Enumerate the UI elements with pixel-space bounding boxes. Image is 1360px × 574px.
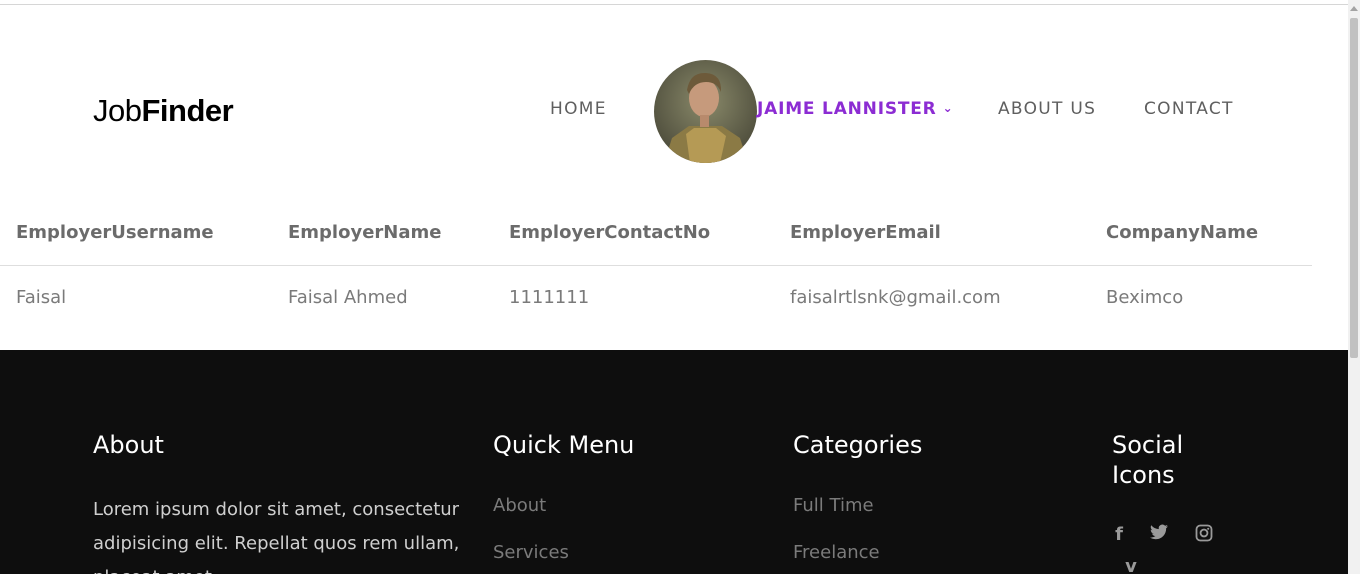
footer-about-title: About	[93, 431, 164, 459]
table-divider	[0, 265, 1312, 266]
nav-about-link[interactable]: ABOUT US	[998, 99, 1096, 119]
vimeo-icon[interactable]: v	[1120, 556, 1142, 574]
footer-categories-title: Categories	[793, 431, 923, 459]
table-header-name: EmployerName	[288, 222, 442, 243]
site-header: JobFinder HOME JAIME LANNISTER ⌄ ABOUT US…	[0, 5, 1348, 185]
site-footer: About Lorem ipsum dolor sit amet, consec…	[0, 350, 1348, 574]
table-cell: faisalrtlsnk@gmail.com	[790, 287, 1001, 308]
footer-link-about[interactable]: About	[493, 495, 546, 516]
table-cell: Beximco	[1106, 287, 1184, 308]
footer-quick-menu-title: Quick Menu	[493, 431, 635, 459]
nav-user-dropdown[interactable]: JAIME LANNISTER ⌄	[757, 99, 953, 119]
avatar-image	[654, 60, 757, 163]
footer-link-services[interactable]: Services	[493, 542, 569, 563]
chevron-down-icon: ⌄	[942, 101, 954, 115]
avatar[interactable]	[654, 60, 757, 163]
footer-social-title: Social Icons	[1112, 431, 1184, 489]
footer-about-text: Lorem ipsum dolor sit amet, consectetur …	[93, 499, 460, 574]
nav-contact-link[interactable]: CONTACT	[1144, 99, 1234, 119]
scrollbar-thumb[interactable]	[1350, 18, 1358, 358]
table-cell: Faisal	[16, 287, 67, 308]
logo-bold-text: Finder	[141, 93, 234, 128]
table-header-contact: EmployerContactNo	[509, 222, 711, 243]
table-header-company: CompanyName	[1106, 222, 1259, 243]
vertical-scrollbar[interactable]	[1348, 0, 1360, 574]
facebook-icon[interactable]: f	[1108, 524, 1130, 546]
site-logo[interactable]: JobFinder	[93, 93, 234, 129]
nav-user-label: JAIME LANNISTER	[757, 99, 937, 119]
footer-link-freelance[interactable]: Freelance	[793, 542, 880, 563]
instagram-icon[interactable]	[1193, 524, 1215, 546]
logo-light-text: Job	[93, 93, 142, 128]
nav-home-link[interactable]: HOME	[550, 99, 607, 119]
table-cell: Faisal Ahmed	[288, 287, 408, 308]
scroll-up-arrow-icon[interactable]	[1350, 6, 1358, 11]
twitter-icon[interactable]	[1148, 524, 1170, 546]
table-cell: 1111111	[509, 287, 590, 308]
table-header-email: EmployerEmail	[790, 222, 941, 243]
table-header-username: EmployerUsername	[16, 222, 214, 243]
footer-link-full-time[interactable]: Full Time	[793, 495, 874, 516]
